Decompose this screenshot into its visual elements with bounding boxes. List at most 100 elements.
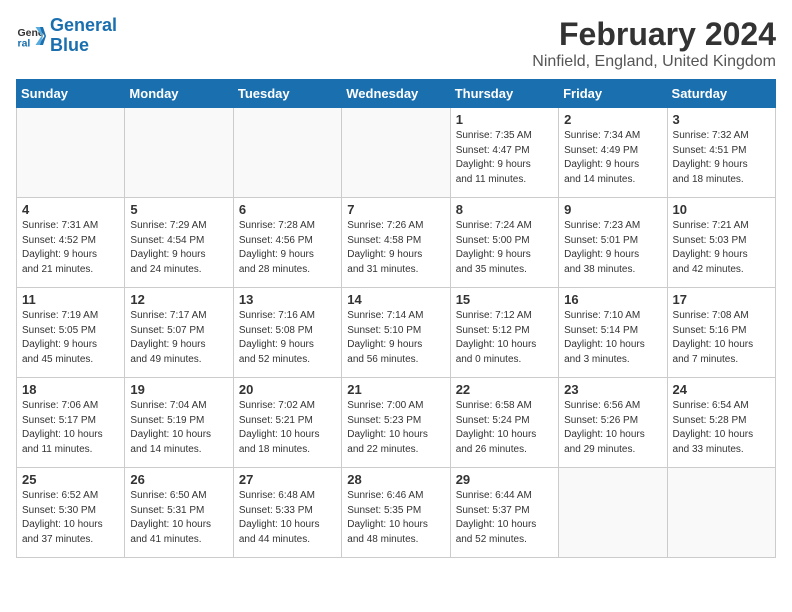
day-info: Sunrise: 7:17 AM Sunset: 5:07 PM Dayligh… xyxy=(130,309,227,367)
calendar-table: SundayMondayTuesdayWednesdayThursdayFrid… xyxy=(16,79,776,558)
day-number: 8 xyxy=(456,202,553,217)
calendar-week-2: 4Sunrise: 7:31 AM Sunset: 4:52 PM Daylig… xyxy=(17,198,776,288)
day-number: 29 xyxy=(456,472,553,487)
day-number: 13 xyxy=(239,292,336,307)
day-number: 12 xyxy=(130,292,227,307)
day-number: 25 xyxy=(22,472,119,487)
day-number: 23 xyxy=(564,382,661,397)
calendar-week-3: 11 Sunrise: 7:19 AM Sunset: 5:05 PM Dayli… xyxy=(17,288,776,378)
calendar-cell xyxy=(233,108,341,198)
calendar-week-4: 18 Sunrise: 7:06 AM Sunset: 5:17 PM Dayli… xyxy=(17,378,776,468)
day-number: 26 xyxy=(130,472,227,487)
day-number: 21 xyxy=(347,382,444,397)
header: Gene ral General Blue February 2024 Ninf… xyxy=(16,16,776,71)
day-number: 16 xyxy=(564,292,661,307)
day-number: 28 xyxy=(347,472,444,487)
location-title: Ninfield, England, United Kingdom xyxy=(532,53,776,71)
day-number: 6 xyxy=(239,202,336,217)
calendar-cell: 12 Sunrise: 7:17 AM Sunset: 5:07 PM Dayli… xyxy=(125,288,233,378)
day-info: Sunrise: 7:10 AM Sunset: 5:14 PM Dayligh… xyxy=(564,309,661,367)
calendar-cell: 1Sunrise: 7:35 AM Sunset: 4:47 PM Daylig… xyxy=(450,108,558,198)
day-number: 1 xyxy=(456,112,553,127)
calendar-cell: 7Sunrise: 7:26 AM Sunset: 4:58 PM Daylig… xyxy=(342,198,450,288)
day-info: Sunrise: 7:28 AM Sunset: 4:56 PM Dayligh… xyxy=(239,219,336,277)
calendar-cell: 29 Sunrise: 6:44 AM Sunset: 5:37 PM Dayli… xyxy=(450,468,558,558)
day-number: 19 xyxy=(130,382,227,397)
svg-text:ral: ral xyxy=(18,37,31,49)
calendar-cell: 27Sunrise: 6:48 AM Sunset: 5:33 PM Dayli… xyxy=(233,468,341,558)
calendar-cell: 13 Sunrise: 7:16 AM Sunset: 5:08 PM Dayli… xyxy=(233,288,341,378)
day-info: Sunrise: 7:34 AM Sunset: 4:49 PM Dayligh… xyxy=(564,129,661,187)
day-number: 9 xyxy=(564,202,661,217)
day-info: Sunrise: 7:02 AM Sunset: 5:21 PM Dayligh… xyxy=(239,399,336,457)
calendar-cell: 3Sunrise: 7:32 AM Sunset: 4:51 PM Daylig… xyxy=(667,108,775,198)
calendar-cell: 24 Sunrise: 6:54 AM Sunset: 5:28 PM Dayli… xyxy=(667,378,775,468)
calendar-cell xyxy=(559,468,667,558)
logo-line1: General Blue xyxy=(50,16,117,56)
day-number: 2 xyxy=(564,112,661,127)
day-info: Sunrise: 7:21 AM Sunset: 5:03 PM Dayligh… xyxy=(673,219,770,277)
calendar-cell xyxy=(125,108,233,198)
day-number: 11 xyxy=(22,292,119,307)
day-number: 5 xyxy=(130,202,227,217)
day-number: 10 xyxy=(673,202,770,217)
calendar-cell: 5 Sunrise: 7:29 AM Sunset: 4:54 PM Daylig… xyxy=(125,198,233,288)
calendar-cell: 23 Sunrise: 6:56 AM Sunset: 5:26 PM Dayli… xyxy=(559,378,667,468)
calendar-cell: 10 Sunrise: 7:21 AM Sunset: 5:03 PM Dayli… xyxy=(667,198,775,288)
day-number: 14 xyxy=(347,292,444,307)
day-info: Sunrise: 6:50 AM Sunset: 5:31 PM Dayligh… xyxy=(130,489,227,547)
weekday-header-sunday: Sunday xyxy=(17,80,125,108)
calendar-cell: 18 Sunrise: 7:06 AM Sunset: 5:17 PM Dayli… xyxy=(17,378,125,468)
calendar-cell: 6 Sunrise: 7:28 AM Sunset: 4:56 PM Daylig… xyxy=(233,198,341,288)
calendar-cell: 20 Sunrise: 7:02 AM Sunset: 5:21 PM Dayli… xyxy=(233,378,341,468)
day-info: Sunrise: 7:32 AM Sunset: 4:51 PM Dayligh… xyxy=(673,129,770,187)
calendar-cell: 22 Sunrise: 6:58 AM Sunset: 5:24 PM Dayli… xyxy=(450,378,558,468)
calendar-cell: 16 Sunrise: 7:10 AM Sunset: 5:14 PM Dayli… xyxy=(559,288,667,378)
month-title: February 2024 xyxy=(532,16,776,53)
calendar-cell: 25Sunrise: 6:52 AM Sunset: 5:30 PM Dayli… xyxy=(17,468,125,558)
day-info: Sunrise: 7:26 AM Sunset: 4:58 PM Dayligh… xyxy=(347,219,444,277)
day-info: Sunrise: 7:16 AM Sunset: 5:08 PM Dayligh… xyxy=(239,309,336,367)
day-number: 22 xyxy=(456,382,553,397)
calendar-cell: 26 Sunrise: 6:50 AM Sunset: 5:31 PM Dayli… xyxy=(125,468,233,558)
day-number: 18 xyxy=(22,382,119,397)
day-info: Sunrise: 7:23 AM Sunset: 5:01 PM Dayligh… xyxy=(564,219,661,277)
day-info: Sunrise: 7:00 AM Sunset: 5:23 PM Dayligh… xyxy=(347,399,444,457)
day-info: Sunrise: 7:31 AM Sunset: 4:52 PM Dayligh… xyxy=(22,219,119,277)
weekday-header-friday: Friday xyxy=(559,80,667,108)
calendar-week-5: 25Sunrise: 6:52 AM Sunset: 5:30 PM Dayli… xyxy=(17,468,776,558)
calendar-cell: 11 Sunrise: 7:19 AM Sunset: 5:05 PM Dayli… xyxy=(17,288,125,378)
logo: Gene ral General Blue xyxy=(16,16,117,56)
day-info: Sunrise: 7:19 AM Sunset: 5:05 PM Dayligh… xyxy=(22,309,119,367)
calendar-cell: 17 Sunrise: 7:08 AM Sunset: 5:16 PM Dayli… xyxy=(667,288,775,378)
calendar-cell: 21 Sunrise: 7:00 AM Sunset: 5:23 PM Dayli… xyxy=(342,378,450,468)
day-info: Sunrise: 6:56 AM Sunset: 5:26 PM Dayligh… xyxy=(564,399,661,457)
calendar-cell: 15Sunrise: 7:12 AM Sunset: 5:12 PM Dayli… xyxy=(450,288,558,378)
day-number: 24 xyxy=(673,382,770,397)
day-info: Sunrise: 7:29 AM Sunset: 4:54 PM Dayligh… xyxy=(130,219,227,277)
day-info: Sunrise: 7:04 AM Sunset: 5:19 PM Dayligh… xyxy=(130,399,227,457)
day-info: Sunrise: 6:44 AM Sunset: 5:37 PM Dayligh… xyxy=(456,489,553,547)
calendar-cell: 19 Sunrise: 7:04 AM Sunset: 5:19 PM Dayli… xyxy=(125,378,233,468)
calendar-cell: 4Sunrise: 7:31 AM Sunset: 4:52 PM Daylig… xyxy=(17,198,125,288)
calendar-cell: 9 Sunrise: 7:23 AM Sunset: 5:01 PM Daylig… xyxy=(559,198,667,288)
calendar-cell xyxy=(667,468,775,558)
weekday-header-tuesday: Tuesday xyxy=(233,80,341,108)
logo-icon: Gene ral xyxy=(16,21,46,51)
weekday-header-wednesday: Wednesday xyxy=(342,80,450,108)
title-section: February 2024 Ninfield, England, United … xyxy=(532,16,776,71)
day-info: Sunrise: 7:14 AM Sunset: 5:10 PM Dayligh… xyxy=(347,309,444,367)
day-number: 20 xyxy=(239,382,336,397)
day-info: Sunrise: 7:24 AM Sunset: 5:00 PM Dayligh… xyxy=(456,219,553,277)
day-info: Sunrise: 6:58 AM Sunset: 5:24 PM Dayligh… xyxy=(456,399,553,457)
calendar-cell xyxy=(342,108,450,198)
calendar-cell: 14 Sunrise: 7:14 AM Sunset: 5:10 PM Dayli… xyxy=(342,288,450,378)
day-number: 17 xyxy=(673,292,770,307)
weekday-header-thursday: Thursday xyxy=(450,80,558,108)
calendar-cell: 28Sunrise: 6:46 AM Sunset: 5:35 PM Dayli… xyxy=(342,468,450,558)
day-info: Sunrise: 7:06 AM Sunset: 5:17 PM Dayligh… xyxy=(22,399,119,457)
day-info: Sunrise: 6:54 AM Sunset: 5:28 PM Dayligh… xyxy=(673,399,770,457)
day-info: Sunrise: 7:08 AM Sunset: 5:16 PM Dayligh… xyxy=(673,309,770,367)
weekday-header-monday: Monday xyxy=(125,80,233,108)
calendar-cell: 8 Sunrise: 7:24 AM Sunset: 5:00 PM Daylig… xyxy=(450,198,558,288)
